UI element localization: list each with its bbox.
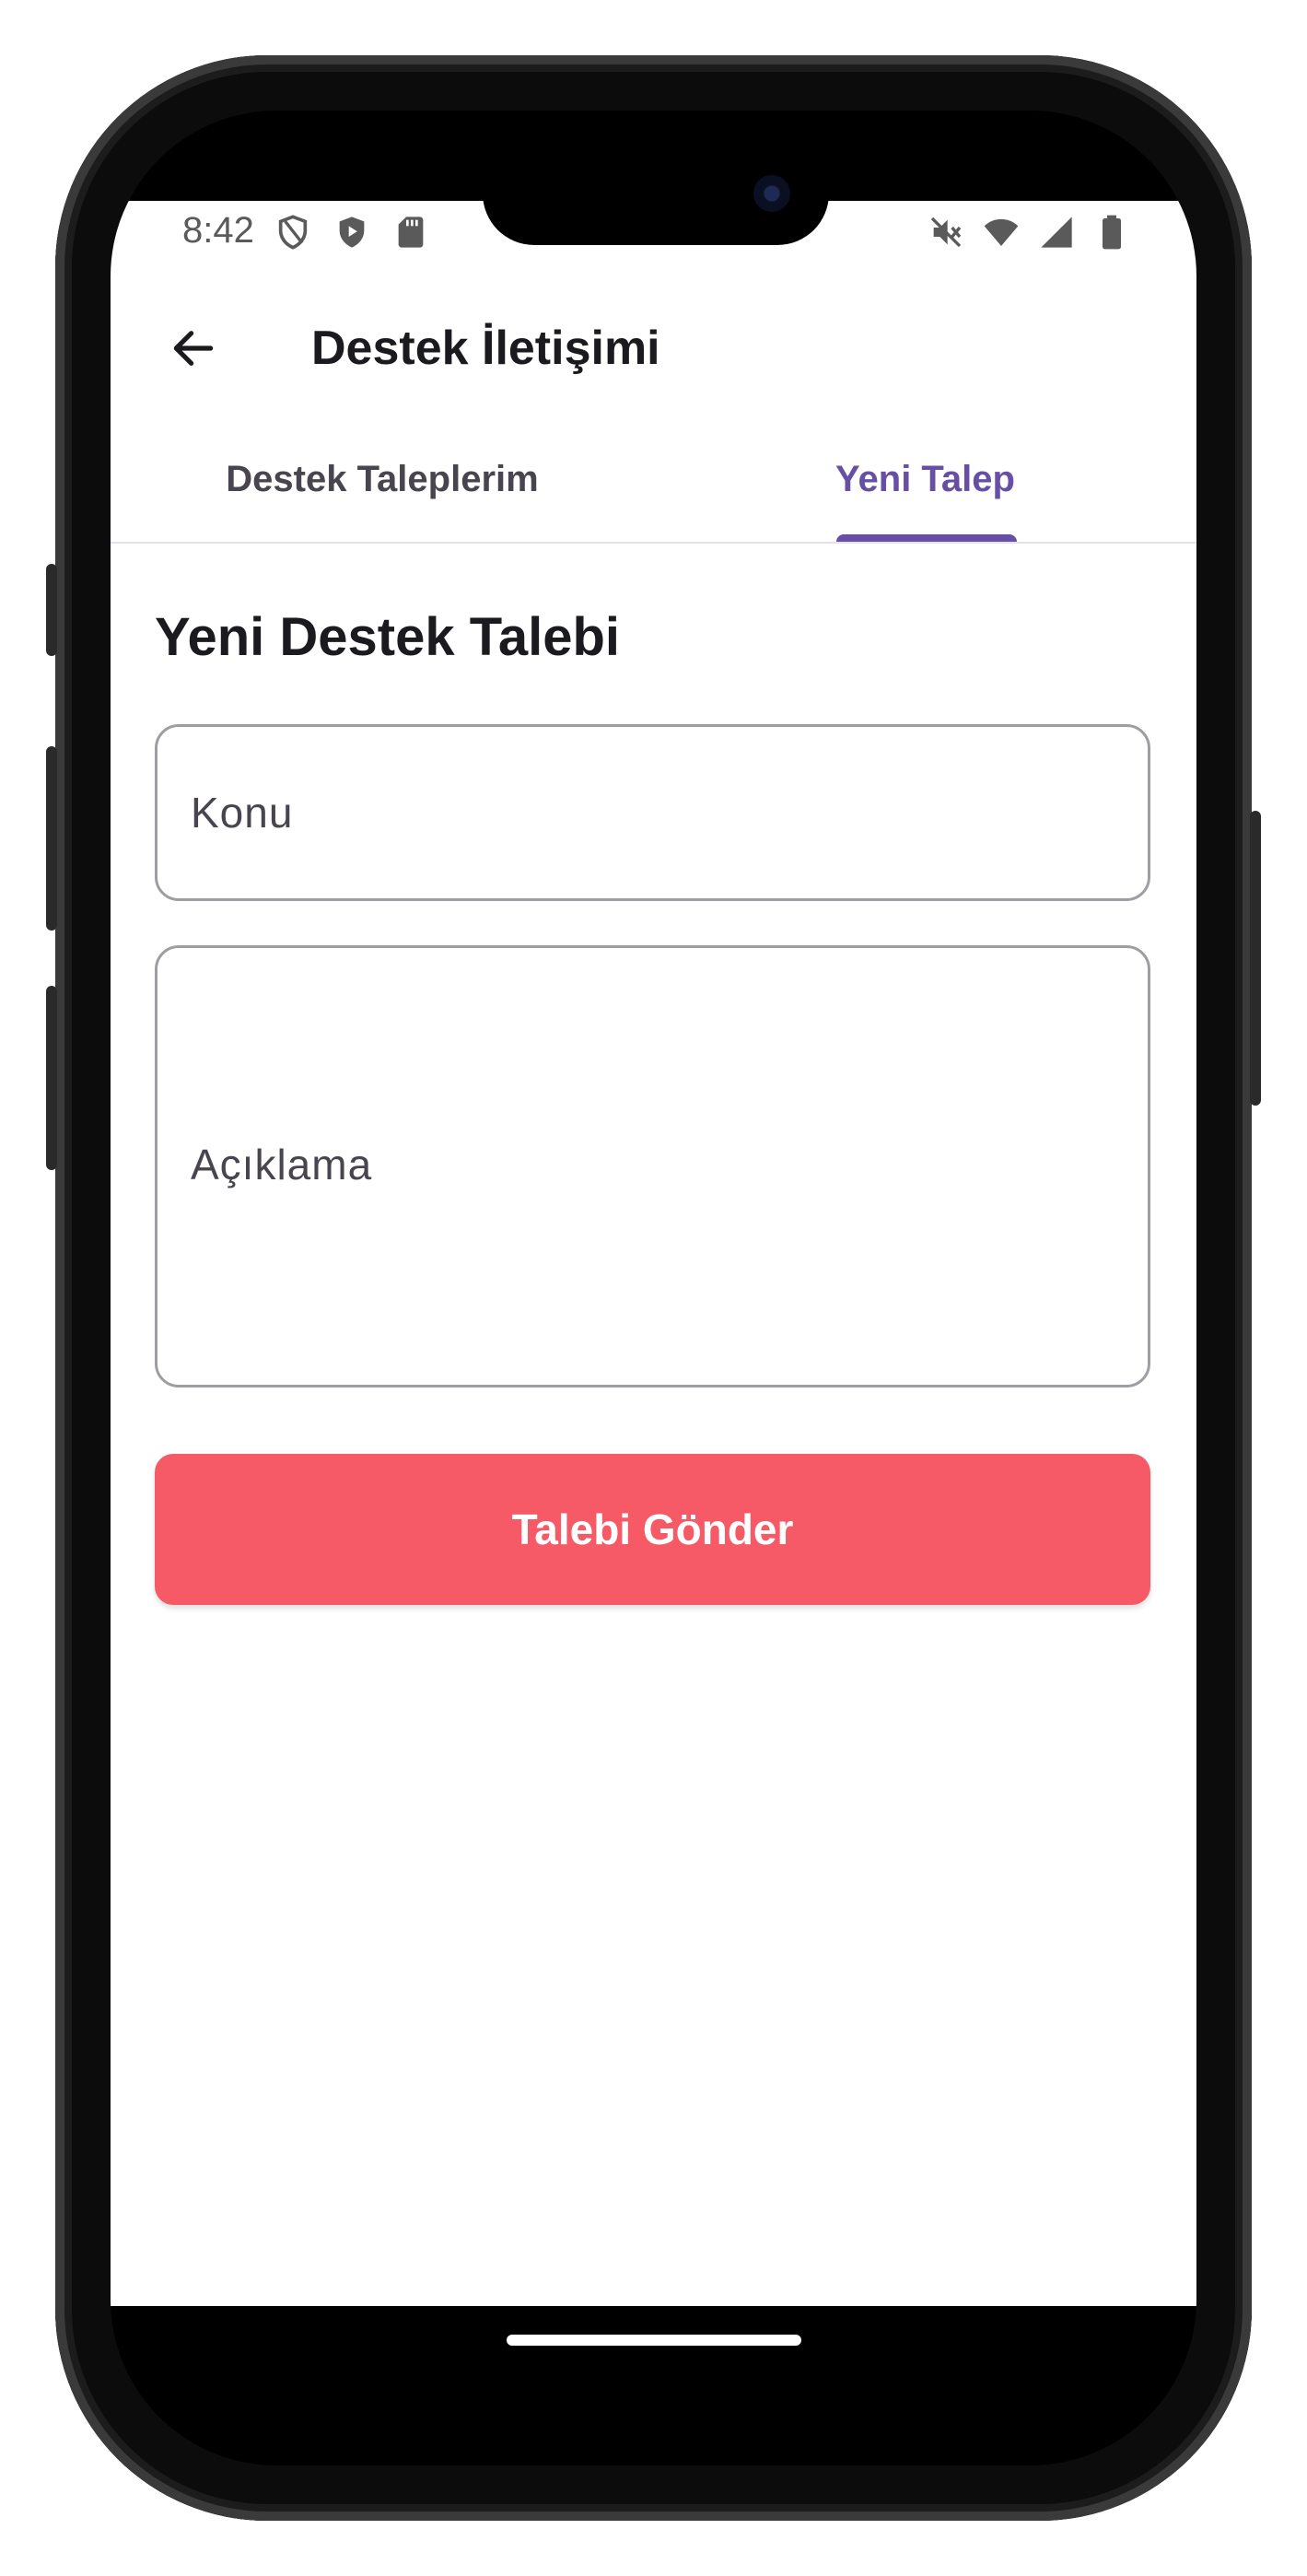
dynamic-island xyxy=(483,142,829,245)
subject-field xyxy=(155,724,1150,901)
action-button xyxy=(46,564,57,656)
app-screen: 8:42 Destek İletişimi Destek Taleplerim … xyxy=(111,201,1196,2306)
description-field xyxy=(155,945,1150,1388)
home-indicator[interactable] xyxy=(507,2335,801,2346)
volume-down-button xyxy=(46,986,57,1170)
phone-screen-bezel: 8:42 Destek İletişimi Destek Taleplerim … xyxy=(111,111,1196,2465)
tab-destek-taleplerim[interactable]: Destek Taleplerim xyxy=(111,431,654,542)
sd-card-icon xyxy=(398,217,424,248)
arrow-left-icon xyxy=(173,331,214,366)
app-bar: Destek İletişimi xyxy=(111,284,1196,413)
shield-outline-icon xyxy=(278,215,308,250)
shield-play-icon xyxy=(339,217,365,248)
back-button[interactable] xyxy=(157,311,230,385)
status-left-icons xyxy=(274,214,429,251)
status-time: 8:42 xyxy=(182,210,254,251)
page-title: Destek İletişimi xyxy=(311,322,660,375)
submit-request-button[interactable]: Talebi Gönder xyxy=(155,1454,1150,1605)
volume-up-button xyxy=(46,746,57,931)
description-input[interactable] xyxy=(158,948,1148,1385)
signal-icon xyxy=(1041,217,1072,248)
subject-input[interactable] xyxy=(158,727,1148,898)
tab-yeni-talep[interactable]: Yeni Talep xyxy=(654,431,1196,542)
tab-bar: Destek Taleplerim Yeni Talep xyxy=(111,431,1196,544)
tab-active-indicator xyxy=(836,534,1017,542)
mute-icon xyxy=(930,217,962,248)
camera-icon xyxy=(753,175,790,212)
power-button xyxy=(1250,811,1261,1106)
tab-label: Destek Taleplerim xyxy=(226,459,539,499)
wifi-icon xyxy=(984,218,1019,246)
status-right-icons xyxy=(928,214,1130,251)
tab-label: Yeni Talep xyxy=(835,459,1015,499)
battery-icon xyxy=(1103,215,1121,250)
form-title: Yeni Destek Talebi xyxy=(155,607,621,667)
